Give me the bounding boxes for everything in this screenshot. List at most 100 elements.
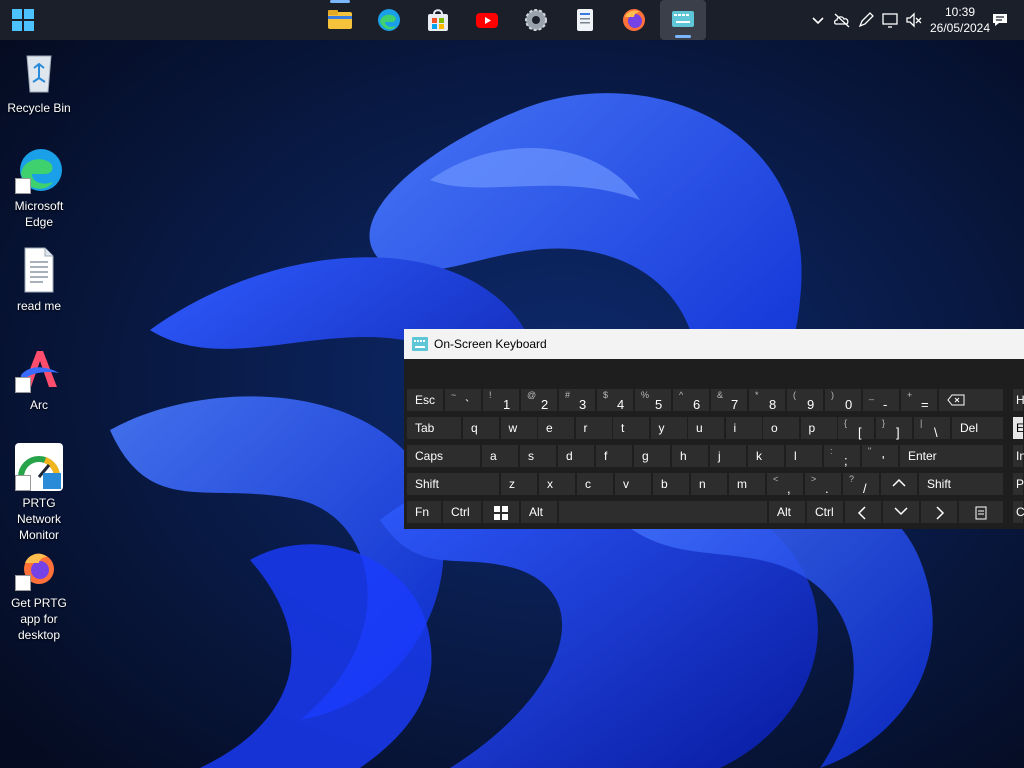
key-x[interactable]: x: [538, 472, 576, 496]
key-v[interactable]: v: [614, 472, 652, 496]
notifications-icon[interactable]: [990, 10, 1010, 30]
key-s[interactable]: s: [519, 444, 557, 468]
key-w[interactable]: w: [499, 416, 538, 440]
key-ctrl-right[interactable]: Ctrl: [806, 500, 844, 524]
key-0[interactable]: ) 0: [824, 388, 862, 412]
desktop-icon-read-me[interactable]: read me: [0, 246, 78, 314]
key-arrow-down[interactable]: [882, 500, 920, 524]
key-del[interactable]: Del: [951, 416, 1004, 440]
key-menu[interactable]: [958, 500, 1004, 524]
tray-overflow-chevron-icon[interactable]: [808, 10, 828, 30]
key-z[interactable]: z: [500, 472, 538, 496]
key-label: n: [699, 477, 706, 491]
key-7[interactable]: & 7: [710, 388, 748, 412]
key-punct[interactable]: :;: [823, 444, 861, 468]
key-h[interactable]: h: [671, 444, 709, 468]
key-y[interactable]: y: [649, 416, 688, 440]
key--[interactable]: _ -: [862, 388, 900, 412]
key-space[interactable]: [558, 500, 768, 524]
key-l[interactable]: l: [785, 444, 823, 468]
desktop-icon-get-prtg-app[interactable]: Get PRTG app for desktop: [0, 543, 78, 643]
key-f[interactable]: f: [595, 444, 633, 468]
key-punct[interactable]: " ': [861, 444, 899, 468]
key-side-1[interactable]: E: [1012, 416, 1024, 440]
key-8[interactable]: * 8: [748, 388, 786, 412]
key-side-2[interactable]: In: [1012, 444, 1024, 468]
tray-onedrive-off-icon[interactable]: [832, 10, 852, 30]
taskbar-onscreen-keyboard[interactable]: [660, 0, 706, 40]
key-p[interactable]: p: [799, 416, 838, 440]
start-button[interactable]: [6, 4, 40, 36]
key-3[interactable]: #3: [558, 388, 596, 412]
desktop-icon-arc[interactable]: Arc: [0, 345, 78, 413]
key-backspace[interactable]: [938, 388, 1004, 412]
key-arrow-up[interactable]: [880, 472, 918, 496]
system-clock[interactable]: 10:39 26/05/2024: [924, 4, 996, 36]
key-e[interactable]: e: [537, 416, 575, 440]
key-ctrl-left[interactable]: Ctrl: [442, 500, 482, 524]
key-6[interactable]: ^ 6: [672, 388, 710, 412]
tray-display-icon[interactable]: [880, 10, 900, 30]
key-side-4[interactable]: C: [1012, 500, 1024, 524]
key-punct[interactable]: >.: [804, 472, 842, 496]
key-punct[interactable]: ? /: [842, 472, 880, 496]
key-2[interactable]: @2: [520, 388, 558, 412]
taskbar-youtube[interactable]: [465, 0, 509, 40]
desktop-icon-prtg-network-monitor[interactable]: PRTG Network Monitor: [0, 443, 78, 543]
osk-title-bar[interactable]: On-Screen Keyboard: [404, 329, 1024, 359]
key-shift-left[interactable]: Shift: [406, 472, 500, 496]
key-9[interactable]: (9: [786, 388, 824, 412]
key-r[interactable]: r: [574, 416, 613, 440]
key-caps[interactable]: Caps: [406, 444, 481, 468]
key-g[interactable]: g: [633, 444, 671, 468]
key-side-0[interactable]: H: [1012, 388, 1024, 412]
key-4[interactable]: $4: [596, 388, 634, 412]
taskbar-settings[interactable]: [514, 0, 558, 40]
key-windows[interactable]: [482, 500, 520, 524]
key-j[interactable]: j: [709, 444, 747, 468]
key-`[interactable]: ~ `: [444, 388, 482, 412]
key-t[interactable]: t: [612, 416, 650, 440]
key-shift-label: @: [527, 390, 537, 400]
key-=[interactable]: + =: [900, 388, 938, 412]
taskbar-notepad[interactable]: [563, 0, 607, 40]
desktop-icon-recycle-bin[interactable]: Recycle Bin: [0, 48, 78, 116]
key-label: 6: [693, 397, 701, 412]
key-enter[interactable]: Enter: [899, 444, 1004, 468]
key-c[interactable]: c: [576, 472, 614, 496]
key-m[interactable]: m: [728, 472, 766, 496]
key-bracket[interactable]: {[: [837, 416, 875, 440]
key-bracket[interactable]: }]: [875, 416, 913, 440]
key-arrow-left[interactable]: [844, 500, 882, 524]
tray-pen-icon[interactable]: [856, 10, 876, 30]
taskbar-store[interactable]: [416, 0, 460, 40]
key-label: g: [642, 449, 649, 463]
key-o[interactable]: o: [762, 416, 800, 440]
desktop-icon-microsoft-edge[interactable]: Microsoft Edge: [0, 146, 78, 230]
key-tab[interactable]: Tab: [406, 416, 462, 440]
key-u[interactable]: u: [687, 416, 725, 440]
key-esc[interactable]: Esc: [406, 388, 444, 412]
key-shift-right[interactable]: Shift: [918, 472, 1004, 496]
tray-volume-muted-icon[interactable]: [904, 10, 924, 30]
key-1[interactable]: ! 1: [482, 388, 520, 412]
key-arrow-right[interactable]: [920, 500, 958, 524]
key-side-3[interactable]: P: [1012, 472, 1024, 496]
key-d[interactable]: d: [557, 444, 595, 468]
key-bracket[interactable]: | \: [913, 416, 951, 440]
key-i[interactable]: i: [724, 416, 763, 440]
key-a[interactable]: a: [481, 444, 519, 468]
key-alt-right[interactable]: Alt: [768, 500, 806, 524]
taskbar-firefox[interactable]: [612, 0, 656, 40]
taskbar-file-explorer[interactable]: [318, 0, 362, 40]
key-k[interactable]: k: [747, 444, 785, 468]
key-fn[interactable]: Fn: [406, 500, 442, 524]
key-n[interactable]: n: [690, 472, 728, 496]
key-alt-left[interactable]: Alt: [520, 500, 558, 524]
taskbar-edge[interactable]: [367, 0, 411, 40]
key-label: d: [566, 449, 573, 463]
key-b[interactable]: b: [652, 472, 690, 496]
key-5[interactable]: % 5: [634, 388, 672, 412]
key-q[interactable]: q: [462, 416, 500, 440]
key-punct[interactable]: <,: [766, 472, 804, 496]
